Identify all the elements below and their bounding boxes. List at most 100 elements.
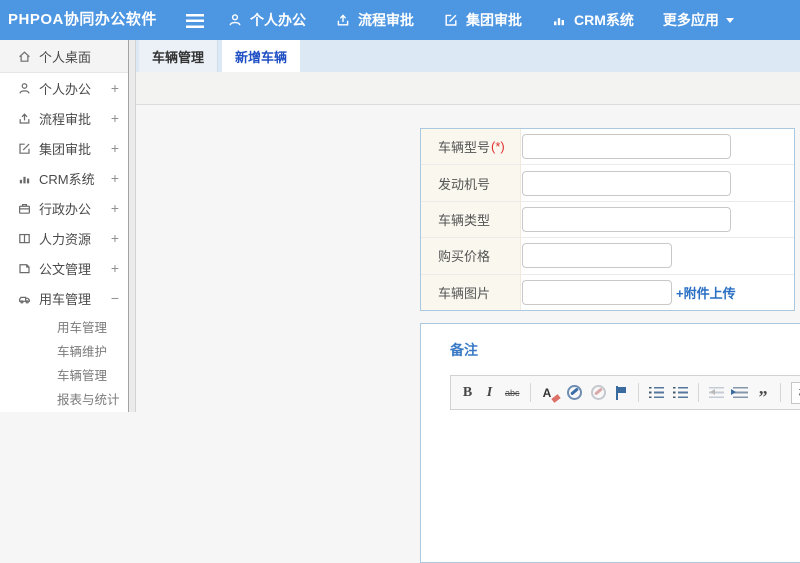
bullet-list-icon	[672, 386, 688, 399]
flag-icon	[615, 385, 627, 400]
expand-toggle[interactable]: +	[111, 230, 119, 246]
blockquote-button[interactable]: ”	[757, 379, 770, 407]
sidebar-subitem-vehicle-maintenance[interactable]: 车辆维护	[0, 340, 128, 364]
label-text: 车辆型号	[438, 140, 491, 156]
nav-label: CRM系统	[574, 12, 634, 28]
outdent-icon	[708, 386, 724, 399]
top-navigation: 个人办公 流程审批 集团审批 CRM系统 更多应用	[227, 0, 734, 40]
nav-group-approval[interactable]: 集团审批	[443, 10, 522, 30]
nav-label: 个人办公	[250, 12, 306, 28]
field-label-purchase-price: 购买价格	[421, 238, 521, 274]
form-row: 车辆类型	[421, 201, 794, 239]
sidebar-scrollbar[interactable]	[128, 40, 136, 412]
user-icon	[19, 82, 30, 94]
unlink-button[interactable]	[590, 383, 606, 403]
sidebar-item-personal-office[interactable]: 个人办公 +	[0, 73, 128, 103]
document-icon	[19, 263, 30, 273]
sidebar-subitem-vehicle-use[interactable]: 用车管理	[0, 316, 128, 340]
chart-icon	[554, 18, 564, 26]
tab-new-vehicle[interactable]: 新增车辆	[222, 40, 301, 72]
sidebar-item-label: 行政办公	[39, 201, 92, 217]
purchase-price-input[interactable]	[522, 243, 672, 269]
outdent-button[interactable]	[708, 383, 724, 403]
expand-toggle[interactable]: +	[111, 200, 119, 216]
expand-toggle[interactable]: +	[111, 260, 119, 276]
app-window: { "topbar": { "logo": "PHPOA协同办公软件", "na…	[0, 0, 800, 563]
user-icon	[229, 14, 241, 26]
collapse-toggle[interactable]: −	[111, 290, 119, 306]
styles-dropdown[interactable]: 样式	[790, 381, 800, 404]
field-value-cell	[521, 165, 794, 200]
sidebar-item-group-approval[interactable]: 集团审批 +	[0, 133, 128, 163]
anchor-button[interactable]	[615, 383, 628, 403]
bullet-list-button[interactable]	[672, 383, 688, 403]
field-label-engine-number: 发动机号	[421, 165, 521, 201]
sidebar-item-label: 个人办公	[39, 81, 92, 97]
expand-toggle[interactable]: +	[111, 110, 119, 126]
numbered-list-button[interactable]	[648, 383, 664, 403]
sidebar-item-label: 个人桌面	[39, 49, 92, 65]
nav-personal-office[interactable]: 个人办公	[227, 10, 306, 30]
sidebar-subitem-vehicle-management[interactable]: 车辆管理	[0, 364, 128, 388]
nav-more-apps[interactable]: 更多应用	[663, 10, 734, 30]
rich-text-toolbar: B I abc A ” 样式	[450, 375, 800, 410]
nav-crm-system[interactable]: CRM系统	[551, 10, 634, 30]
menu-toggle-icon[interactable]	[186, 14, 204, 28]
briefcase-icon	[19, 203, 30, 214]
tab-vehicle-management[interactable]: 车辆管理	[139, 40, 219, 72]
sidebar: 个人桌面 个人办公 + 流程审批 + 集团审批 + CRM系统 + 行政办公 +…	[0, 40, 128, 412]
car-icon	[19, 296, 30, 304]
label-text: 车辆图片	[438, 285, 491, 301]
share-icon	[19, 112, 30, 124]
numbered-list-icon	[648, 386, 664, 399]
bold-button[interactable]: B	[461, 383, 474, 403]
remark-title: 备注	[450, 342, 478, 358]
edit-icon	[19, 143, 30, 154]
sidebar-item-label: 集团审批	[39, 141, 92, 157]
sidebar-item-vehicle-management[interactable]: 用车管理 −	[0, 283, 128, 313]
italic-button[interactable]: I	[483, 383, 496, 403]
nav-label: 更多应用	[662, 12, 719, 28]
required-marker: (*)	[491, 139, 505, 155]
chart-icon	[19, 176, 30, 183]
attachment-upload-link[interactable]: +附件上传	[676, 283, 736, 302]
form-row: 车辆型号 (*)	[421, 129, 794, 166]
nav-process-approval[interactable]: 流程审批	[335, 10, 414, 30]
sidebar-subitem-reports-statistics[interactable]: 报表与统计	[0, 388, 128, 412]
form-row: 发动机号	[421, 165, 794, 202]
form-row: 购买价格	[421, 238, 794, 275]
link-button[interactable]	[566, 383, 582, 403]
vehicle-form: 车辆型号 (*) 发动机号 车辆类型 购买价格 车辆图片 +附件上传	[420, 128, 795, 311]
sidebar-item-label: 人力资源	[39, 231, 92, 247]
app-logo: PHPOA协同办公软件	[8, 11, 157, 28]
vehicle-type-input[interactable]	[522, 207, 731, 233]
tab-bar: 车辆管理 新增车辆	[136, 40, 800, 72]
engine-number-input[interactable]	[522, 170, 731, 196]
field-label-vehicle-image: 车辆图片	[421, 274, 521, 311]
field-value-cell	[521, 129, 794, 164]
sidebar-item-human-resources[interactable]: 人力资源 +	[0, 223, 128, 253]
expand-toggle[interactable]: +	[111, 170, 119, 186]
toolbar-separator	[637, 383, 639, 402]
share-icon	[337, 14, 349, 26]
sidebar-item-process-approval[interactable]: 流程审批 +	[0, 103, 128, 133]
edit-icon	[445, 14, 457, 26]
sidebar-item-personal-desktop[interactable]: 个人桌面	[0, 40, 128, 73]
sidebar-item-crm-system[interactable]: CRM系统 +	[0, 163, 128, 193]
vehicle-model-input[interactable]	[522, 134, 731, 160]
expand-toggle[interactable]: +	[111, 140, 119, 156]
content-area: 车辆型号 (*) 发动机号 车辆类型 购买价格 车辆图片 +附件上传 备注 B …	[136, 105, 800, 563]
expand-toggle[interactable]: +	[111, 80, 119, 96]
vehicle-image-input[interactable]	[522, 279, 672, 305]
strikethrough-button[interactable]: abc	[505, 383, 520, 403]
sidebar-item-document-management[interactable]: 公文管理 +	[0, 253, 128, 283]
sidebar-item-admin-office[interactable]: 行政办公 +	[0, 193, 128, 223]
sidebar-submenu: 用车管理 车辆维护 车辆管理 报表与统计	[0, 316, 128, 412]
sidebar-item-label: 公文管理	[39, 261, 92, 277]
label-text: 车辆类型	[438, 213, 491, 229]
unlink-icon	[590, 385, 606, 400]
toolbar-separator	[529, 383, 531, 402]
field-label-vehicle-model: 车辆型号 (*)	[421, 129, 521, 165]
remove-format-button[interactable]: A	[541, 383, 554, 403]
indent-button[interactable]	[730, 383, 748, 403]
